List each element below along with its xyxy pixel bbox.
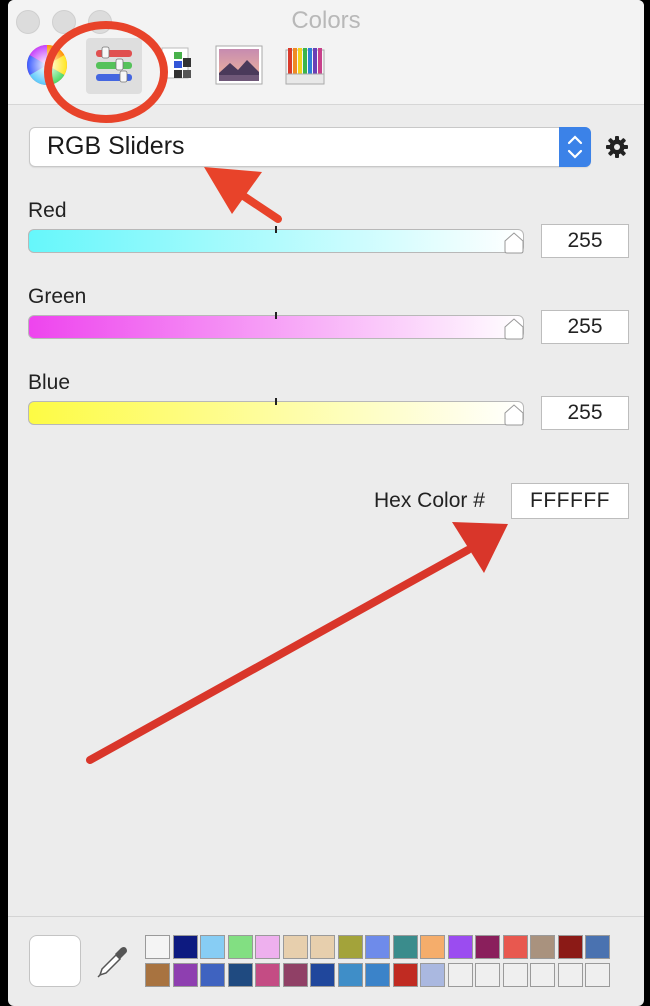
annotation-overlay (44, 21, 508, 764)
annotation-arrow-shaft (86, 546, 472, 764)
annotation-circle (44, 21, 168, 123)
annotation-arrow-head (452, 522, 508, 573)
